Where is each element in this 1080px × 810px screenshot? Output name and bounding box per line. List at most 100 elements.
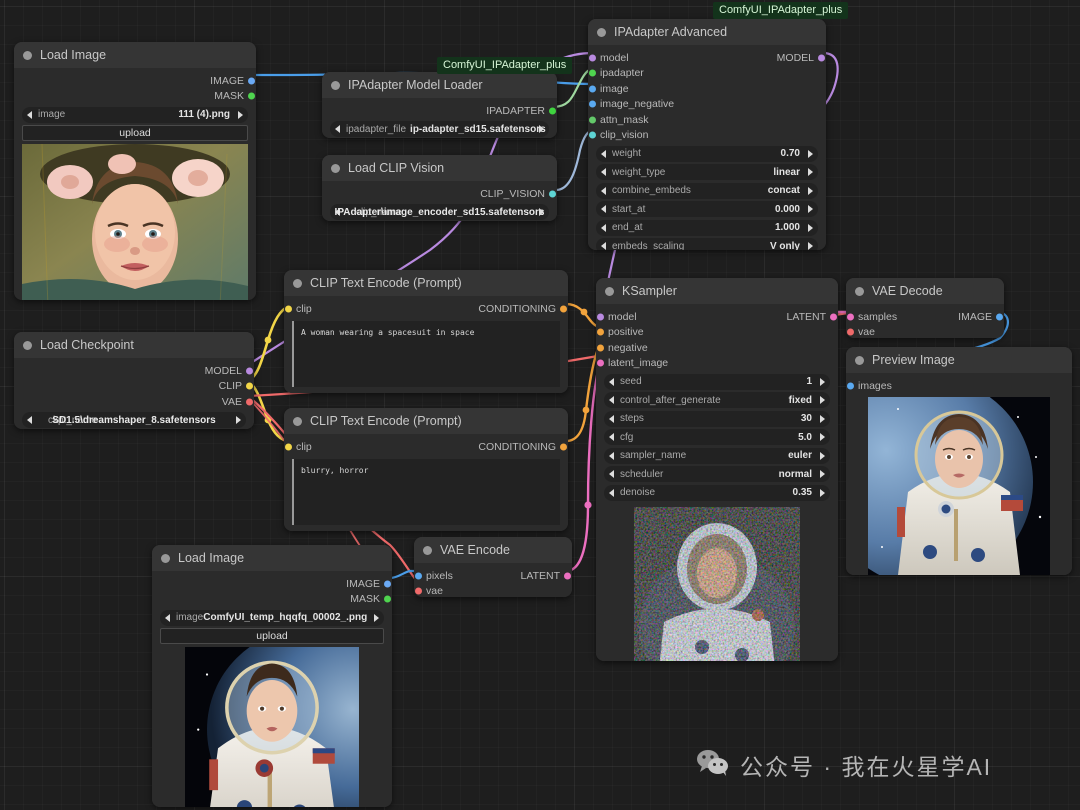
input-row-vae[interactable]: vae [414,584,572,597]
widget-clip-name[interactable]: clip_name IPAdapter\image_encoder_sd15.s… [330,204,549,220]
input-row-image[interactable]: image [588,81,826,97]
next-arrow-icon[interactable] [238,110,243,119]
output-socket-mask[interactable] [384,595,391,603]
prev-arrow-icon[interactable] [165,613,170,622]
input-socket-positive[interactable] [597,328,604,336]
node-preview-image[interactable]: Preview Image images [846,347,1072,575]
comfyui-canvas[interactable]: ComfyUI_IPAdapter_plus ComfyUI_IPAdapter… [0,0,1080,810]
output-image[interactable]: IMAGE [152,576,392,592]
output-socket-vae[interactable] [246,398,253,406]
node-ksampler[interactable]: KSampler model LATENT positive negative … [596,278,838,661]
input-row-ipadapter[interactable]: ipadapter [588,66,826,82]
widget-cfg[interactable]: cfg 5.0 [604,429,830,445]
next-arrow-icon[interactable] [820,451,825,460]
next-arrow-icon[interactable] [808,223,813,232]
collapse-dot-icon[interactable] [293,278,302,288]
output-socket-latent[interactable] [564,572,571,580]
node-clip-text-encode-positive[interactable]: CLIP Text Encode (Prompt) clip CONDITION… [284,270,568,393]
collapse-dot-icon[interactable] [23,340,32,350]
node-ipadapter-advanced[interactable]: IPAdapter Advanced model MODEL ipadapter… [588,19,826,250]
node-load-image-2[interactable]: Load Image IMAGE MASK image ComfyUI_temp… [152,545,392,807]
widget-image-filename[interactable]: image ComfyUI_temp_hqqfq_00002_.png [160,609,384,626]
next-arrow-icon[interactable] [539,125,544,133]
widget-embeds-scaling[interactable]: embeds_scaling V only [596,238,818,250]
prompt-textarea-negative[interactable]: blurry, horror [292,458,560,525]
collapse-dot-icon[interactable] [423,545,432,555]
input-socket-samples[interactable] [847,313,854,321]
widget-denoise[interactable]: denoise 0.35 [604,484,830,501]
prev-arrow-icon[interactable] [335,125,340,133]
image-preview-astronaut[interactable] [185,647,359,807]
collapse-dot-icon[interactable] [597,27,606,37]
image-preview-ksampler[interactable] [634,506,800,661]
prev-arrow-icon[interactable] [27,110,32,119]
node-title-ipadapter-advanced[interactable]: IPAdapter Advanced [588,19,826,45]
upload-button[interactable]: upload [160,628,384,644]
node-title-load-image-1[interactable]: Load Image [14,42,256,68]
output-socket-ipadapter[interactable] [549,107,556,115]
node-vae-decode[interactable]: VAE Decode samples IMAGE vae [846,278,1004,338]
input-row-positive[interactable]: positive [596,325,838,341]
input-row-negative[interactable]: negative [596,340,838,356]
io-row-clip-conditioning[interactable]: clip CONDITIONING [284,301,568,317]
io-row-model[interactable]: model MODEL [588,50,826,66]
node-load-clip-vision[interactable]: Load CLIP Vision CLIP_VISION clip_name I… [322,155,557,221]
node-title-clip-text-encode-positive[interactable]: CLIP Text Encode (Prompt) [284,270,568,296]
prev-arrow-icon[interactable] [609,414,614,423]
prev-arrow-icon[interactable] [601,205,606,213]
next-arrow-icon[interactable] [820,414,825,423]
collapse-dot-icon[interactable] [161,553,170,563]
prev-arrow-icon[interactable] [601,186,606,195]
next-arrow-icon[interactable] [808,205,813,213]
input-row-latent-image[interactable]: latent_image [596,356,838,372]
output-socket-image[interactable] [384,580,391,588]
next-arrow-icon[interactable] [236,416,241,424]
output-socket-image[interactable] [996,313,1003,321]
input-row-images[interactable]: images [846,378,1072,394]
collapse-dot-icon[interactable] [605,286,614,296]
node-title-vae-decode[interactable]: VAE Decode [846,278,1004,304]
output-socket-mask[interactable] [248,92,255,100]
input-row-attn-mask[interactable]: attn_mask [588,112,826,128]
prompt-textarea-positive[interactable]: A woman wearing a spacesuit in space [292,320,560,387]
collapse-dot-icon[interactable] [855,286,864,296]
prev-arrow-icon[interactable] [609,433,614,441]
widget-sampler-name[interactable]: sampler_name euler [604,447,830,464]
output-model[interactable]: MODEL [14,363,254,379]
output-socket-conditioning[interactable] [560,305,567,313]
next-arrow-icon[interactable] [539,208,544,216]
prev-arrow-icon[interactable] [609,488,614,497]
input-socket-pixels[interactable] [415,572,422,580]
input-socket-attn-mask[interactable] [589,116,596,124]
input-socket-clip[interactable] [285,443,292,451]
input-socket-clip-vision[interactable] [589,131,596,139]
input-socket-image-negative[interactable] [589,100,596,108]
input-row-image-negative[interactable]: image_negative [588,97,826,113]
widget-steps[interactable]: steps 30 [604,410,830,427]
widget-ckpt-name[interactable]: ckpt_name SD1.5\dreamshaper_8.safetensor… [22,412,246,428]
collapse-dot-icon[interactable] [855,355,864,365]
prev-arrow-icon[interactable] [609,396,614,404]
node-title-load-checkpoint[interactable]: Load Checkpoint [14,332,254,358]
next-arrow-icon[interactable] [820,470,825,478]
node-title-ksampler[interactable]: KSampler [596,278,838,304]
output-socket-image[interactable] [248,77,255,85]
node-title-clip-text-encode-negative[interactable]: CLIP Text Encode (Prompt) [284,408,568,434]
output-mask[interactable]: MASK [14,89,256,105]
output-socket-model[interactable] [818,54,825,62]
node-title-load-image-2[interactable]: Load Image [152,545,392,571]
node-load-checkpoint[interactable]: Load Checkpoint MODEL CLIP VAE ckpt_name… [14,332,254,429]
widget-weight-type[interactable]: weight_type linear [596,164,818,180]
output-clip-vision[interactable]: CLIP_VISION [322,186,557,202]
next-arrow-icon[interactable] [820,396,825,404]
upload-button[interactable]: upload [22,125,248,141]
widget-image-filename[interactable]: image 111 (4).png [22,106,248,123]
collapse-dot-icon[interactable] [331,80,340,90]
output-image[interactable]: IMAGE [14,73,256,89]
node-ipadapter-model-loader[interactable]: IPAdapter Model Loader IPADAPTER ipadapt… [322,72,557,138]
input-socket-vae[interactable] [847,328,854,336]
widget-combine-embeds[interactable]: combine_embeds concat [596,182,818,199]
io-row-pixels-latent[interactable]: pixels LATENT [414,568,572,584]
next-arrow-icon[interactable] [820,488,825,497]
next-arrow-icon[interactable] [820,433,825,441]
